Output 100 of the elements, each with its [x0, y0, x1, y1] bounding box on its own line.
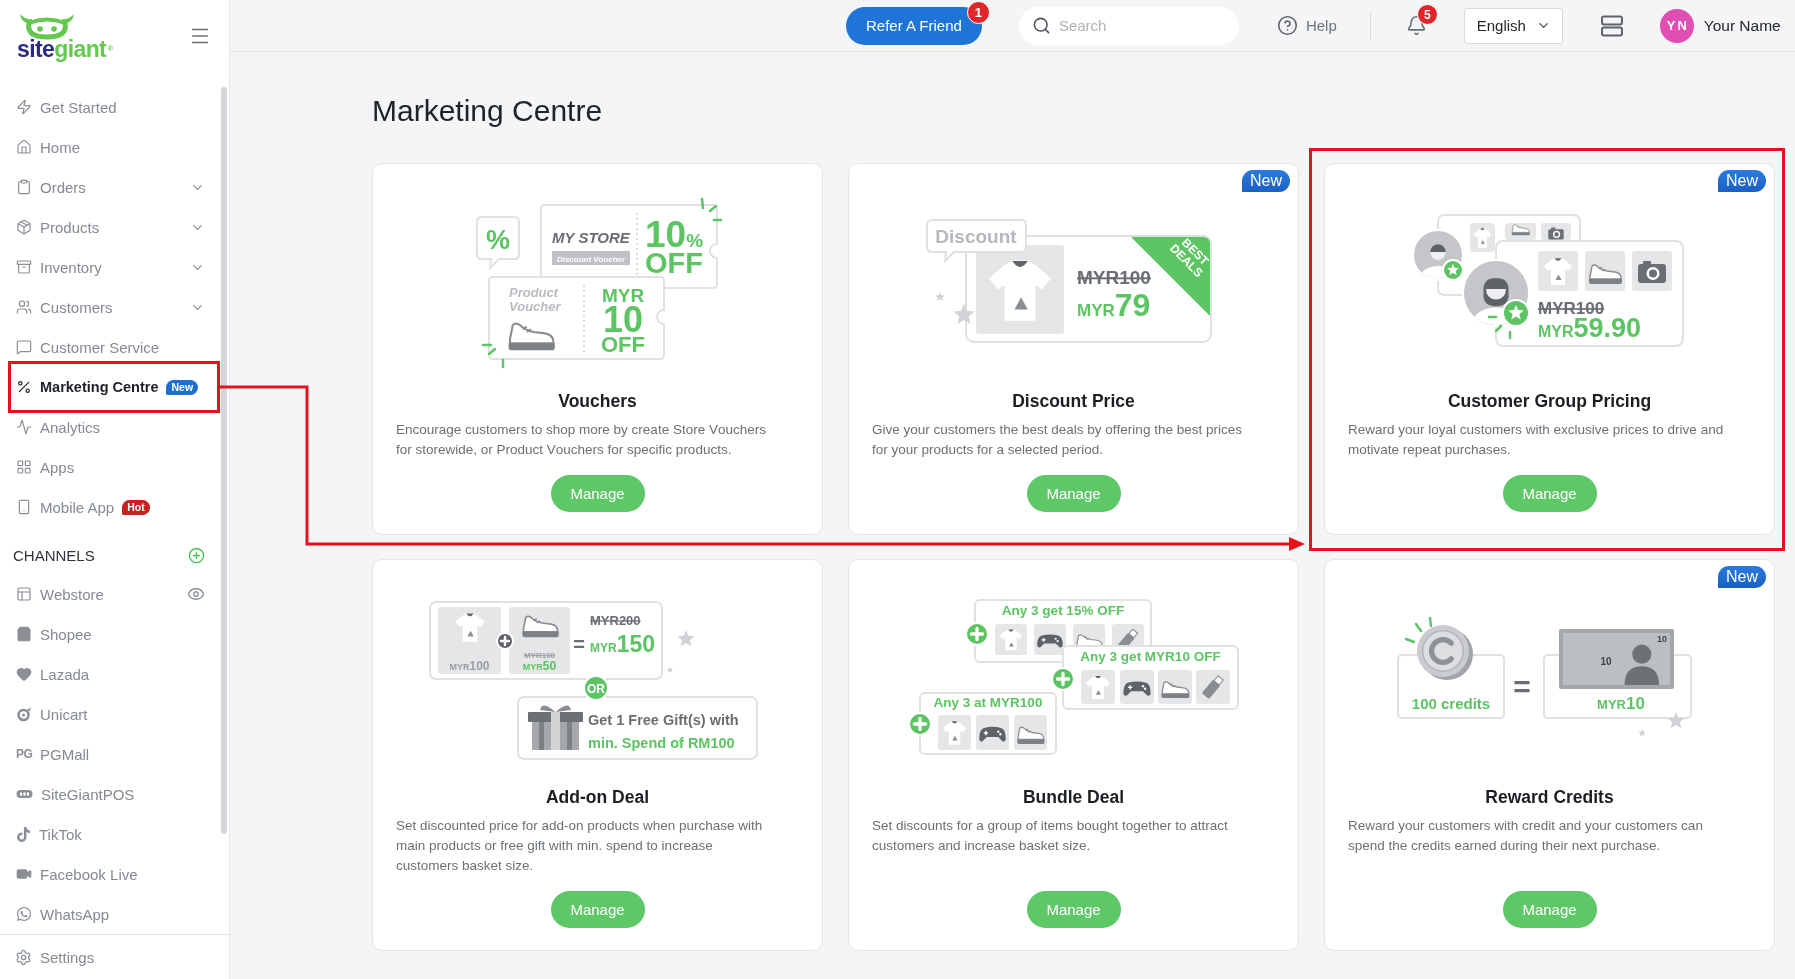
card-title: Bundle Deal [1022, 786, 1125, 809]
new-price: MYR79 [1077, 287, 1151, 323]
sidebar-item[interactable]: Customers [0, 294, 229, 320]
shopping-bag-icon [16, 626, 32, 642]
language-select[interactable]: English [1463, 7, 1563, 44]
card-title: Reward Credits [1485, 786, 1614, 809]
page-title: Marketing Centre [372, 93, 604, 129]
user-name[interactable]: Your Name [1703, 16, 1781, 35]
camera-icon [1541, 223, 1571, 240]
settings-link[interactable]: Settings [15, 948, 95, 966]
manage-button[interactable]: Manage [1502, 891, 1597, 928]
t-shirt-icon [995, 624, 1027, 655]
percent-sign: % [486, 225, 510, 255]
clipboard-icon [16, 179, 32, 195]
channel-item[interactable]: Unicart [0, 701, 229, 727]
video-camera-icon [16, 866, 32, 882]
t-shirt-icon [1538, 251, 1578, 291]
sneaker-icon [522, 615, 559, 638]
card-title: Discount Price [1012, 390, 1135, 413]
eye-icon[interactable] [187, 585, 205, 603]
sparkle-icon [1487, 315, 1512, 340]
new-badge: New [1242, 170, 1290, 192]
manage-button[interactable]: Manage [550, 475, 645, 512]
stacked-panels-icon[interactable] [1599, 14, 1624, 37]
plus-icon [908, 712, 932, 736]
new-price: MYR150 [590, 631, 656, 657]
t-shirt-icon [938, 715, 971, 750]
channel-item[interactable]: TikTok [0, 821, 229, 847]
offer-text: Any 3 at MYR100 [933, 695, 1043, 710]
manage-button[interactable]: Manage [1502, 475, 1597, 512]
speech-bubble [476, 216, 520, 269]
star-badge-icon [1442, 259, 1464, 281]
plus-icon [1051, 667, 1075, 691]
star-icon [677, 630, 695, 647]
sidebar-item[interactable]: Apps [0, 454, 229, 480]
manage-button[interactable]: Manage [1026, 891, 1121, 928]
scrollbar-thumb[interactable] [221, 87, 227, 834]
channel-logo: PG [16, 747, 32, 761]
channel-item[interactable]: PG PGMall [0, 741, 229, 767]
pill-icon [16, 789, 33, 799]
off-label: OFF [645, 247, 703, 279]
sneaker-icon [1014, 715, 1047, 750]
plus-icon [965, 622, 989, 646]
sparkle-icon [481, 343, 505, 369]
card-title: Vouchers [558, 390, 637, 413]
search-field[interactable]: Search [1018, 6, 1239, 45]
t-shirt-icon [976, 245, 1064, 334]
star-icon [935, 292, 945, 301]
percent-icon [16, 379, 32, 395]
tile-price: MYR50 [522, 659, 557, 673]
sidebar-item[interactable]: Get Started [0, 94, 229, 120]
lightning-icon [16, 99, 32, 115]
search-icon [1031, 16, 1051, 35]
card-title: Customer Group Pricing [1447, 390, 1652, 413]
sidebar-item[interactable]: Mobile App Hot [0, 494, 229, 520]
equals-sign: = [1513, 670, 1531, 703]
sneaker-icon [1505, 223, 1536, 240]
channel-item[interactable]: Shopee [0, 621, 229, 647]
plus-icon [496, 632, 514, 650]
archive-icon [16, 259, 32, 275]
star-icon [953, 304, 975, 324]
help-icon [1276, 15, 1298, 36]
channel-item[interactable]: SiteGiantPOS [0, 781, 229, 807]
chat-bubble-icon [16, 339, 32, 355]
help-link[interactable]: Help [1276, 15, 1337, 36]
sidebar-item[interactable]: Inventory [0, 254, 229, 280]
t-shirt-icon [1470, 223, 1495, 252]
usb-stick-icon [1196, 670, 1230, 704]
channel-item[interactable]: Webstore [0, 581, 229, 607]
offer-text: Any 3 get MYR10 OFF [1080, 649, 1221, 664]
note-value: 10 [1600, 656, 1612, 667]
layout-icon [16, 586, 32, 602]
card-description: Set discounts for a group of items bought together to attract customers and increase basket size. [871, 817, 1229, 855]
home-icon [16, 139, 32, 155]
voucher-tag: Discount Voucher [552, 251, 630, 265]
cash-amount: MYR10 [1597, 694, 1645, 713]
gamepad-icon [1120, 670, 1154, 704]
channel-item[interactable]: Lazada [0, 661, 229, 687]
manage-button[interactable]: Manage [1026, 475, 1121, 512]
gamepad-icon [1034, 624, 1066, 655]
sidebar-item[interactable]: Home [0, 134, 229, 160]
user-avatar[interactable]: YN [1659, 8, 1694, 43]
tile-old-price: MYR100 [523, 651, 556, 660]
sidebar-item[interactable]: Products [0, 214, 229, 240]
box-icon [16, 219, 32, 235]
manage-button[interactable]: Manage [550, 891, 645, 928]
sidebar-item[interactable]: Orders [0, 174, 229, 200]
sidebar-item[interactable]: Marketing Centre New [11, 374, 217, 400]
gamepad-icon [976, 715, 1009, 750]
t-shirt-icon [1081, 670, 1115, 704]
tile-price: MYR100 [449, 659, 490, 673]
star-icon [666, 666, 674, 673]
channel-item[interactable]: WhatsApp [0, 901, 229, 927]
sidebar-item[interactable]: Customer Service [0, 334, 229, 360]
equals-sign: = [573, 633, 585, 655]
ring-icon [16, 706, 32, 722]
sneaker-icon [508, 322, 555, 351]
channel-item[interactable]: Facebook Live [0, 861, 229, 887]
sidebar-item[interactable]: Analytics [0, 414, 229, 440]
users-icon [16, 299, 32, 315]
